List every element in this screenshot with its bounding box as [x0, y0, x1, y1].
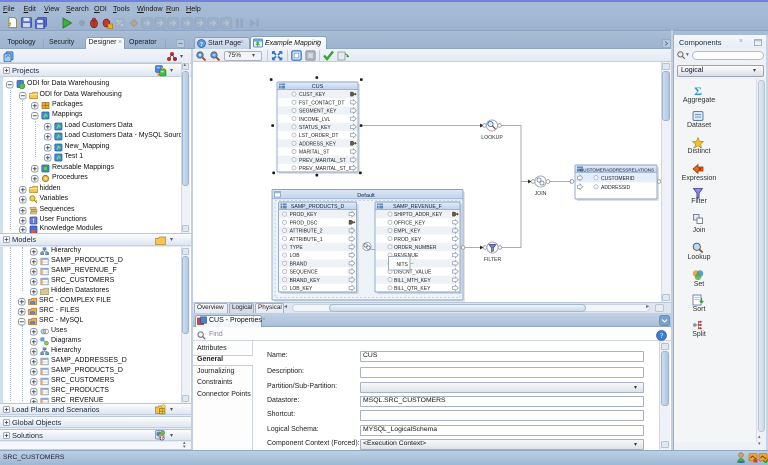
svg-text:PREV_MARITAL_ST_I: PREV_MARITAL_ST_I	[299, 166, 350, 172]
svg-text:STATUS_KEY: STATUS_KEY	[299, 125, 331, 131]
svg-text:Default: Default	[357, 193, 375, 199]
svg-text:ADDRESS_KEY: ADDRESS_KEY	[299, 141, 337, 147]
svg-text:JOIN: JOIN	[535, 191, 547, 197]
svg-text:PREV_MARITAL_ST: PREV_MARITAL_ST	[299, 158, 346, 164]
svg-text:TYPE: TYPE	[290, 245, 304, 251]
svg-text:NITS: NITS	[397, 262, 409, 268]
svg-text:SHIPTO_ADDR_KEY: SHIPTO_ADDR_KEY	[394, 212, 443, 218]
svg-text:LST_ORDER_DT: LST_ORDER_DT	[299, 133, 338, 139]
svg-text:LOB: LOB	[290, 253, 301, 259]
svg-text:ATTRIBUTE_1: ATTRIBUTE_1	[290, 237, 323, 243]
svg-text:Σ: Σ	[694, 84, 702, 96]
svg-text:CUS: CUS	[312, 84, 324, 90]
svg-text:INCOME_LVL: INCOME_LVL	[299, 117, 331, 123]
svg-text:ORDER_NUMBER: ORDER_NUMBER	[394, 245, 437, 251]
svg-text:10: 10	[159, 436, 165, 441]
svg-text:?: ?	[200, 41, 203, 48]
svg-text:CUSTOMERADDRESSRELATIONS: CUSTOMERADDRESSRELATIONS	[580, 168, 654, 173]
svg-text:PROD_DSC: PROD_DSC	[290, 220, 318, 226]
svg-text:SEQUENCE: SEQUENCE	[290, 270, 319, 276]
svg-text:EMPL_KEY: EMPL_KEY	[394, 229, 421, 235]
svg-text:FST_CONTACT_DT: FST_CONTACT_DT	[299, 100, 344, 106]
svg-text:SAMP_PRODUCTS_D: SAMP_PRODUCTS_D	[291, 204, 345, 210]
svg-text:SAMP_REVENUE_F: SAMP_REVENUE_F	[393, 204, 442, 210]
svg-text:FILTER: FILTER	[484, 257, 502, 263]
svg-text:CUSTOMERID: CUSTOMERID	[601, 176, 635, 182]
svg-text:DISCNT_VALUE: DISCNT_VALUE	[394, 270, 432, 276]
svg-text:OFFICE_KEY: OFFICE_KEY	[394, 220, 426, 226]
svg-text:SEGMENT_KEY: SEGMENT_KEY	[299, 109, 337, 115]
svg-text:BRAND: BRAND	[290, 261, 308, 267]
svg-text:PROD_KEY: PROD_KEY	[394, 237, 422, 243]
svg-text:ATTRIBUTE_2: ATTRIBUTE_2	[290, 229, 323, 235]
svg-text:MARITAL_ST: MARITAL_ST	[299, 150, 329, 156]
svg-text:LOB_KEY: LOB_KEY	[290, 286, 313, 292]
svg-text:BILL_MTH_KEY: BILL_MTH_KEY	[394, 278, 431, 284]
svg-text:BRAND_KEY: BRAND_KEY	[290, 278, 321, 284]
svg-text:PROD_KEY: PROD_KEY	[290, 212, 318, 218]
svg-text:BILL_QTR_KEY: BILL_QTR_KEY	[394, 286, 431, 292]
svg-text:ADDRESSID: ADDRESSID	[601, 185, 631, 191]
svg-text:CUST_KEY: CUST_KEY	[299, 92, 326, 98]
svg-text:LOOKUP: LOOKUP	[481, 135, 503, 141]
